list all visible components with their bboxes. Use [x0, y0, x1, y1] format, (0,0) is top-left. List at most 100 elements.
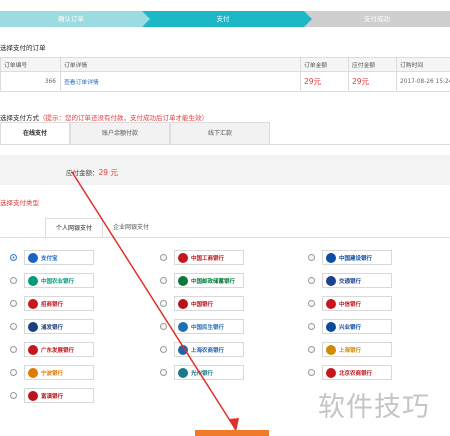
- bank-name: 交通银行: [339, 278, 362, 285]
- bank-radio[interactable]: [160, 300, 167, 307]
- order-detail-link[interactable]: 查看订单详情: [64, 80, 99, 86]
- bank-logo[interactable]: 交通银行: [322, 273, 392, 288]
- bank-name: 广东发展银行: [41, 347, 75, 354]
- bank-logo[interactable]: 富滇银行: [24, 388, 94, 403]
- order-number: 366: [0, 71, 61, 92]
- progress-steps: 确认订单 支付 支付成功: [0, 11, 450, 27]
- bank-radio[interactable]: [160, 254, 167, 261]
- bank-logo[interactable]: 中国农业银行: [24, 273, 94, 288]
- bank-type-title: 选择支付类型: [0, 199, 39, 207]
- bank-radio[interactable]: [308, 323, 315, 330]
- tab-corporate-bank[interactable]: 企业网银支付: [103, 218, 159, 238]
- step-arrow: [142, 11, 150, 27]
- bank-radio[interactable]: [160, 323, 167, 330]
- bank-logo[interactable]: 浦发银行: [24, 319, 94, 334]
- bank-option[interactable]: 浦发银行: [10, 319, 94, 334]
- bank-logo[interactable]: 中国工商银行: [174, 250, 244, 265]
- bank-option[interactable]: 中国邮政储蓄银行: [160, 273, 244, 288]
- bank-option[interactable]: 上海银行: [308, 342, 392, 357]
- bank-name: 上海农商银行: [191, 347, 225, 354]
- bank-radio[interactable]: [308, 300, 315, 307]
- bank-logo[interactable]: 兴业银行: [322, 319, 392, 334]
- bank-radio[interactable]: [10, 277, 17, 284]
- bank-tabs: 个人网银支付 企业网银支付: [45, 218, 159, 238]
- pay-amount-label: 应付金额：: [66, 169, 99, 177]
- bank-radio[interactable]: [308, 254, 315, 261]
- bank-option[interactable]: 北京农商银行: [308, 365, 392, 380]
- bank-logo-icon: [28, 367, 38, 378]
- bank-option[interactable]: 上海农商银行: [160, 342, 244, 357]
- bank-radio[interactable]: [160, 369, 167, 376]
- bank-logo[interactable]: 中信银行: [322, 296, 392, 311]
- bank-logo[interactable]: 中国银行: [174, 296, 244, 311]
- bank-name: 北京农商银行: [339, 370, 373, 377]
- bank-option[interactable]: 中国银行: [160, 296, 244, 311]
- bank-option[interactable]: 交通银行: [308, 273, 392, 288]
- bank-radio[interactable]: [160, 277, 167, 284]
- bank-option[interactable]: 宁波银行: [10, 365, 94, 380]
- bank-radio[interactable]: [10, 323, 17, 330]
- bank-logo[interactable]: 中国民生银行: [174, 319, 244, 334]
- bank-option[interactable]: 中国民生银行: [160, 319, 244, 334]
- bank-option[interactable]: 中国工商银行: [160, 250, 244, 265]
- table-header: 订购时间: [396, 57, 450, 72]
- bank-logo-icon: [326, 275, 336, 286]
- bank-radio[interactable]: [160, 346, 167, 353]
- bank-logo[interactable]: 上海银行: [322, 342, 392, 357]
- bank-radio[interactable]: [10, 254, 17, 261]
- bank-logo-icon: [326, 367, 336, 378]
- bank-option[interactable]: 招商银行: [10, 296, 94, 311]
- bank-option[interactable]: 富滇银行: [10, 388, 94, 403]
- order-amount: 29元: [304, 77, 322, 86]
- bank-logo[interactable]: 中国邮政储蓄银行: [174, 273, 244, 288]
- bank-name: 支付宝: [41, 255, 58, 262]
- bank-logo[interactable]: 宁波银行: [24, 365, 94, 380]
- bank-radio[interactable]: [10, 346, 17, 353]
- next-button[interactable]: [195, 430, 269, 436]
- bank-option[interactable]: 光州银行: [160, 365, 244, 380]
- bank-name: 富滇银行: [41, 393, 64, 400]
- table-row: 366 查看订单详情 29元 29元 2017-08-26 15:24:1: [0, 71, 450, 92]
- bank-logo-icon: [28, 344, 38, 355]
- divider: [0, 237, 450, 238]
- bank-option[interactable]: 中信银行: [308, 296, 392, 311]
- bank-logo-icon: [326, 252, 336, 263]
- bank-logo[interactable]: 北京农商银行: [322, 365, 392, 380]
- bank-option[interactable]: 支付宝: [10, 250, 94, 265]
- bank-option[interactable]: 中国建设银行: [308, 250, 392, 265]
- bank-logo[interactable]: 中国建设银行: [322, 250, 392, 265]
- order-section-title: 选择支付的订单: [0, 44, 46, 52]
- bank-option[interactable]: 广东发展银行: [10, 342, 94, 357]
- pay-amount-value: 29 元: [98, 168, 118, 177]
- pay-warning: （提示：您的订单还没有付款，支付成功后订单才能生效）: [39, 114, 208, 122]
- bank-radio[interactable]: [308, 346, 315, 353]
- table-header: 应付金额: [348, 57, 397, 72]
- bank-name: 浦发银行: [41, 324, 64, 331]
- bank-radio[interactable]: [10, 392, 17, 399]
- bank-radio[interactable]: [10, 300, 17, 307]
- bank-logo-icon: [178, 275, 188, 286]
- bank-logo[interactable]: 招商银行: [24, 296, 94, 311]
- bank-name: 中国邮政储蓄银行: [191, 278, 236, 285]
- bank-name: 中信银行: [339, 301, 362, 308]
- bank-logo-icon: [28, 321, 38, 332]
- bank-logo[interactable]: 广东发展银行: [24, 342, 94, 357]
- table-header: 订单编号: [0, 57, 61, 72]
- bank-logo[interactable]: 上海农商银行: [174, 342, 244, 357]
- tab-personal-bank[interactable]: 个人网银支付: [45, 218, 104, 238]
- bank-logo-icon: [326, 321, 336, 332]
- bank-logo[interactable]: 光州银行: [174, 365, 244, 380]
- pay-amount-panel: 应付金额：29 元: [0, 155, 450, 185]
- payable-amount: 29元: [352, 77, 370, 86]
- bank-radio[interactable]: [10, 369, 17, 376]
- bank-option[interactable]: 中国农业银行: [10, 273, 94, 288]
- tab-offline-transfer[interactable]: 线下汇款: [170, 122, 270, 144]
- tab-online-pay[interactable]: 在线支付: [0, 122, 70, 144]
- tab-balance-pay[interactable]: 账户余额付款: [70, 122, 170, 144]
- bank-radio[interactable]: [308, 369, 315, 376]
- bank-option[interactable]: 兴业银行: [308, 319, 392, 334]
- bank-radio[interactable]: [308, 277, 315, 284]
- table-header: 订单金额: [300, 57, 349, 72]
- bank-logo[interactable]: 支付宝: [24, 250, 94, 265]
- bank-name: 兴业银行: [339, 324, 362, 331]
